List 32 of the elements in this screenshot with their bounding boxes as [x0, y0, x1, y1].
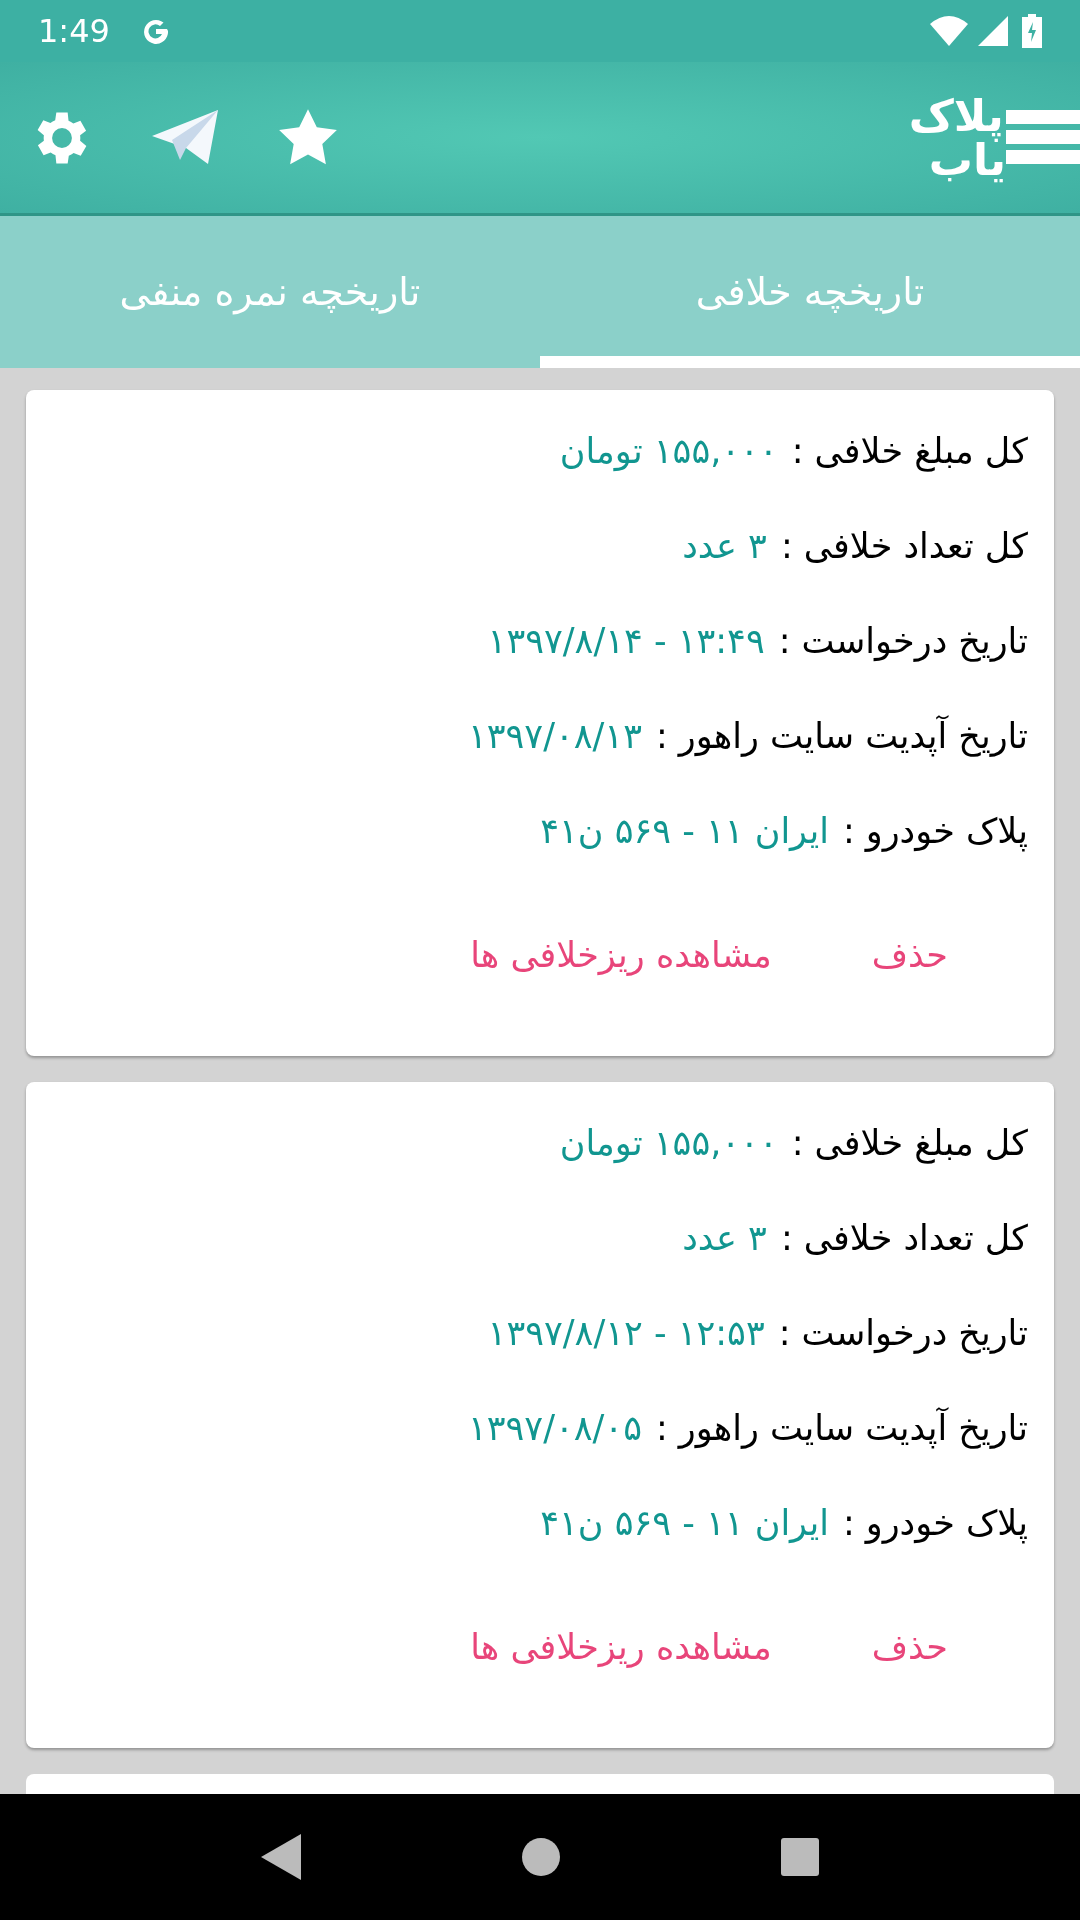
field-value: ۱۳:۴۹ - ۱۳۹۷/۸/۱۴ — [487, 620, 765, 664]
field-value: ایران ۱۱ - ۵۶۹ ن۴۱ — [540, 810, 829, 854]
field-label: پلاک خودرو : — [842, 810, 1028, 854]
field-label: پلاک خودرو : — [842, 1502, 1028, 1546]
status-time: 1:49 — [38, 11, 110, 53]
details-button[interactable]: مشاهده ریزخلافی ها — [470, 1621, 772, 1674]
details-button[interactable]: مشاهده ریزخلافی ها — [470, 929, 772, 982]
field-value: ۱۳۹۷/۰۸/۱۳ — [467, 715, 642, 759]
field-label: کل مبلغ خلافی : — [791, 430, 1028, 474]
field-value: ایران ۱۱ - ۵۶۹ ن۴۱ — [540, 1502, 829, 1546]
field-label: تاریخ آپدیت سایت راهور : — [655, 714, 1028, 759]
field-value: ۳ عدد — [682, 525, 767, 569]
wifi-icon — [930, 16, 968, 47]
field-value: ۱۵۵,۰۰۰ تومان — [559, 430, 778, 474]
field-label: کل تعداد خلافی : — [780, 525, 1028, 569]
home-icon[interactable] — [521, 1837, 561, 1877]
field-label: تاریخ درخواست : — [778, 1312, 1028, 1356]
battery-icon — [1022, 14, 1042, 49]
field-label: کل تعداد خلافی : — [780, 1217, 1028, 1261]
field-label: تاریخ آپدیت سایت راهور : — [655, 1406, 1028, 1451]
field-label: کل مبلغ خلافی : — [791, 1122, 1028, 1166]
delete-button[interactable]: حذف — [871, 1621, 948, 1674]
signal-icon — [978, 16, 1008, 47]
stripes-icon — [1006, 109, 1080, 166]
delete-button[interactable]: حذف — [871, 929, 948, 982]
field-value: ۱۳۹۷/۰۸/۰۵ — [467, 1407, 642, 1451]
field-label: تاریخ درخواست : — [778, 620, 1028, 664]
back-icon[interactable] — [261, 1834, 301, 1880]
field-value: ۱۵۵,۰۰۰ تومان — [559, 1122, 778, 1166]
paper-plane-icon[interactable] — [152, 109, 220, 166]
field-value: ۳ عدد — [682, 1217, 767, 1261]
field-value: ۱۲:۵۳ - ۱۳۹۷/۸/۱۲ — [487, 1312, 765, 1356]
